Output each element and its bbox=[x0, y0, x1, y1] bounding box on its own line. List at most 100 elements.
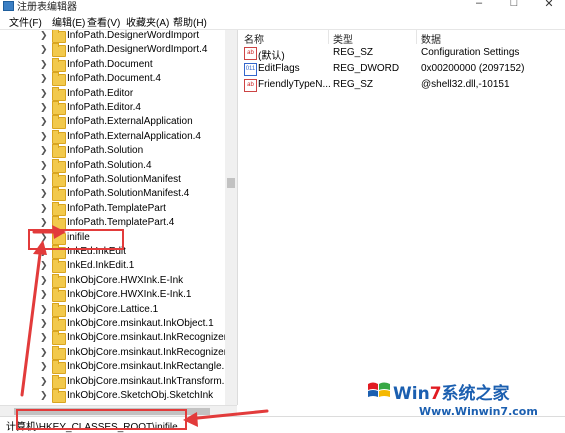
string-value-icon: ab bbox=[244, 79, 257, 92]
chevron-right-icon[interactable]: ❯ bbox=[40, 390, 48, 401]
chevron-right-icon[interactable]: ❯ bbox=[40, 131, 48, 142]
tree-item-label: InfoPath.DesignerWordImport.4 bbox=[67, 44, 208, 56]
menu-bar: 文件(F) 编辑(E) 查看(V) 收藏夹(A) 帮助(H) bbox=[0, 12, 565, 30]
value-type: REG_SZ bbox=[333, 79, 374, 90]
value-name: EditFlags bbox=[258, 63, 300, 74]
values-list[interactable]: 名称 类型 数据 ab (默认) REG_SZ Configuration Setti… bbox=[238, 30, 565, 416]
value-row[interactable]: ab (默认) REG_SZ Configuration Settings bbox=[238, 45, 565, 62]
value-data: Configuration Settings bbox=[421, 47, 520, 58]
tree-item-label: InkObjCore.HWXInk.E-Ink.1 bbox=[67, 289, 192, 301]
folder-icon bbox=[52, 173, 66, 187]
column-divider[interactable] bbox=[328, 30, 329, 44]
string-value-icon: ab bbox=[244, 47, 257, 60]
chevron-right-icon[interactable]: ❯ bbox=[40, 376, 48, 387]
folder-icon bbox=[52, 144, 66, 159]
tree-item-label: InfoPath.TemplatePart.4 bbox=[67, 217, 175, 229]
menu-help[interactable]: 帮助(H) bbox=[173, 14, 207, 29]
tree-item-label: InkObjCore.Lattice.1 bbox=[67, 303, 159, 315]
chevron-right-icon[interactable]: ❯ bbox=[40, 361, 48, 372]
folder-icon bbox=[52, 288, 66, 303]
tree-item[interactable]: ❯ InkObjCore.SketchObj.SketchInk bbox=[0, 388, 232, 405]
value-type: REG_SZ bbox=[333, 47, 374, 58]
value-row[interactable]: ab FriendlyTypeN... REG_SZ @shell32.dll,-10… bbox=[238, 77, 565, 93]
value-type: REG_DWORD bbox=[333, 63, 400, 74]
folder-icon bbox=[52, 30, 66, 43]
chevron-right-icon[interactable]: ❯ bbox=[40, 160, 48, 171]
chevron-right-icon[interactable]: ❯ bbox=[40, 260, 48, 271]
menu-file[interactable]: 文件(F) bbox=[9, 14, 42, 29]
chevron-right-icon[interactable]: ❯ bbox=[40, 304, 48, 315]
folder-icon bbox=[52, 360, 66, 375]
tree-item-label: InkObjCore.msinkaut.InkRectangle.1 bbox=[67, 361, 230, 373]
tree-item-label: InfoPath.ExternalApplication.4 bbox=[67, 130, 201, 142]
chevron-right-icon[interactable]: ❯ bbox=[40, 44, 48, 55]
chevron-right-icon[interactable]: ❯ bbox=[40, 332, 48, 343]
title-bar: 注册表编辑器 – □ ✕ bbox=[0, 0, 565, 13]
watermark-brand: Win7系统之家 bbox=[393, 384, 510, 404]
tree-item-label: InkObjCore.msinkaut.InkObject.1 bbox=[67, 318, 214, 329]
tree-item-label: InfoPath.Editor bbox=[67, 87, 134, 99]
registry-tree[interactable]: ❯ InfoPath.DesignerWordImport ❯ InfoPath.De… bbox=[0, 30, 238, 405]
folder-icon bbox=[52, 129, 66, 144]
tree-item-label: InfoPath.TemplatePart bbox=[67, 202, 166, 214]
value-data: @shell32.dll,-10151 bbox=[421, 79, 510, 90]
tree-item-label: InkObjCore.msinkaut.InkRecognizerG bbox=[67, 332, 235, 344]
chevron-right-icon[interactable]: ❯ bbox=[40, 88, 48, 99]
chevron-right-icon[interactable]: ❯ bbox=[40, 289, 48, 300]
binary-value-icon: 011 bbox=[244, 63, 257, 76]
highlight-box-path bbox=[16, 409, 187, 430]
tree-vertical-scrollbar[interactable] bbox=[225, 30, 237, 405]
tree-vertical-scroll-thumb[interactable] bbox=[227, 178, 235, 188]
folder-icon bbox=[52, 389, 66, 403]
tree-item-label: InfoPath.SolutionManifest.4 bbox=[67, 188, 190, 200]
chevron-right-icon[interactable]: ❯ bbox=[40, 102, 48, 113]
folder-icon bbox=[52, 43, 66, 58]
chevron-right-icon[interactable]: ❯ bbox=[40, 188, 48, 199]
tree-item-label: InkObjCore.SketchObj.SketchInk bbox=[67, 390, 214, 401]
maximize-button[interactable]: □ bbox=[499, 0, 529, 11]
chevron-right-icon[interactable]: ❯ bbox=[40, 174, 48, 185]
tree-item-label: InkObjCore.msinkaut.InkTransform.1 bbox=[67, 375, 231, 387]
chevron-right-icon[interactable]: ❯ bbox=[40, 217, 48, 228]
menu-view[interactable]: 查看(V) bbox=[87, 14, 120, 29]
column-header-name[interactable]: 名称 bbox=[244, 31, 264, 46]
folder-icon bbox=[52, 331, 66, 346]
folder-icon bbox=[52, 374, 66, 389]
folder-icon bbox=[52, 273, 66, 288]
chevron-right-icon[interactable]: ❯ bbox=[40, 347, 48, 358]
chevron-right-icon[interactable]: ❯ bbox=[40, 59, 48, 70]
windows-flag-logo-icon bbox=[368, 382, 390, 397]
watermark: Win7系统之家 Www.Winwin7.com bbox=[366, 378, 565, 431]
chevron-right-icon[interactable]: ❯ bbox=[40, 145, 48, 156]
folder-icon bbox=[52, 158, 66, 173]
folder-icon bbox=[52, 302, 66, 317]
highlight-box-inifile bbox=[28, 229, 124, 250]
chevron-right-icon[interactable]: ❯ bbox=[40, 318, 48, 329]
folder-icon bbox=[52, 101, 66, 115]
folder-icon bbox=[52, 187, 66, 202]
chevron-right-icon[interactable]: ❯ bbox=[40, 275, 48, 286]
close-button[interactable]: ✕ bbox=[534, 0, 564, 11]
tree-item-label: InfoPath.Solution.4 bbox=[67, 159, 152, 171]
menu-favorites[interactable]: 收藏夹(A) bbox=[126, 14, 169, 29]
tree-item-label: InfoPath.Solution bbox=[67, 145, 144, 157]
chevron-right-icon[interactable]: ❯ bbox=[40, 73, 48, 84]
tree-item-label: InkEd.InkEdit.1 bbox=[67, 260, 135, 272]
column-divider[interactable] bbox=[416, 30, 417, 44]
tree-item-label: InfoPath.SolutionManifest bbox=[67, 174, 181, 185]
value-row[interactable]: 011 EditFlags REG_DWORD 0x00200000 (2097152… bbox=[238, 61, 565, 77]
tree-item-label: InfoPath.DesignerWordImport bbox=[67, 30, 200, 41]
folder-icon bbox=[52, 345, 66, 360]
tree-item-label: InfoPath.Document.4 bbox=[67, 73, 161, 85]
chevron-right-icon[interactable]: ❯ bbox=[40, 116, 48, 127]
column-header-type[interactable]: 类型 bbox=[333, 31, 353, 46]
watermark-url: Www.Winwin7.com bbox=[419, 405, 538, 418]
tree-item-label: InfoPath.ExternalApplication bbox=[67, 116, 193, 128]
minimize-button[interactable]: – bbox=[464, 0, 494, 11]
tree-item-label: InkObjCore.HWXInk.E-Ink bbox=[67, 274, 184, 286]
chevron-right-icon[interactable]: ❯ bbox=[40, 30, 48, 41]
menu-edit[interactable]: 编辑(E) bbox=[52, 14, 85, 29]
folder-icon bbox=[52, 201, 66, 216]
column-header-data[interactable]: 数据 bbox=[421, 31, 441, 46]
chevron-right-icon[interactable]: ❯ bbox=[40, 203, 48, 214]
